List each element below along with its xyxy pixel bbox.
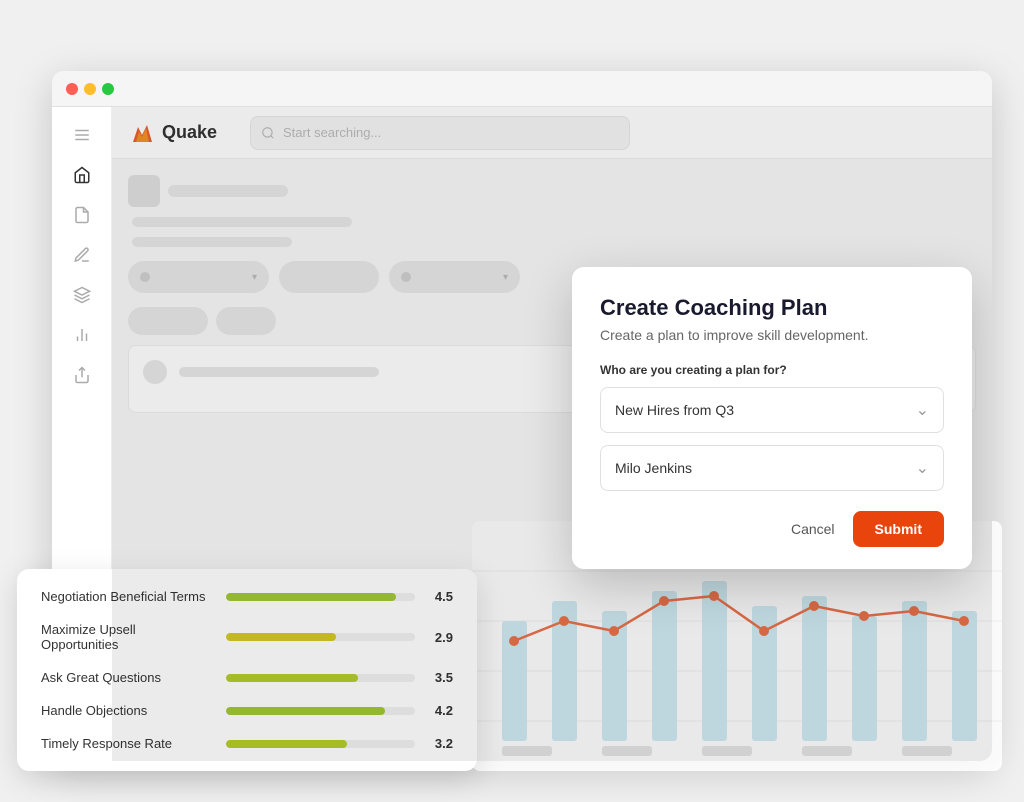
group-select-value: New Hires from Q3 (615, 402, 734, 418)
modal-title: Create Coaching Plan (600, 295, 944, 321)
app-layout: Quake Start searching... (52, 107, 992, 761)
group-chevron-icon: ⌄ (916, 400, 929, 420)
browser-titlebar (52, 71, 992, 107)
person-chevron-icon: ⌄ (916, 458, 929, 478)
sidebar-chart-icon[interactable] (64, 317, 100, 353)
person-select[interactable]: Milo Jenkins ⌄ (600, 445, 944, 491)
sidebar-home-icon[interactable] (64, 157, 100, 193)
coaching-plan-modal: Create Coaching Plan Create a plan to im… (572, 267, 972, 569)
browser-window: Quake Start searching... (52, 71, 992, 761)
modal-footer: Cancel Submit (600, 511, 944, 547)
traffic-lights (66, 83, 114, 95)
person-select-value: Milo Jenkins (615, 460, 692, 476)
main-content: Quake Start searching... (112, 107, 992, 761)
modal-subtitle: Create a plan to improve skill developme… (600, 327, 944, 343)
submit-button[interactable]: Submit (853, 511, 944, 547)
modal-plan-for-label: Who are you creating a plan for? (600, 363, 944, 377)
sidebar-menu-icon[interactable] (64, 117, 100, 153)
sidebar-layers-icon[interactable] (64, 277, 100, 313)
sidebar-share-icon[interactable] (64, 357, 100, 393)
group-select[interactable]: New Hires from Q3 ⌄ (600, 387, 944, 433)
traffic-light-green[interactable] (102, 83, 114, 95)
sidebar-document-icon[interactable] (64, 197, 100, 233)
traffic-light-red[interactable] (66, 83, 78, 95)
traffic-light-yellow[interactable] (84, 83, 96, 95)
sidebar-edit-icon[interactable] (64, 237, 100, 273)
cancel-button[interactable]: Cancel (787, 513, 839, 545)
